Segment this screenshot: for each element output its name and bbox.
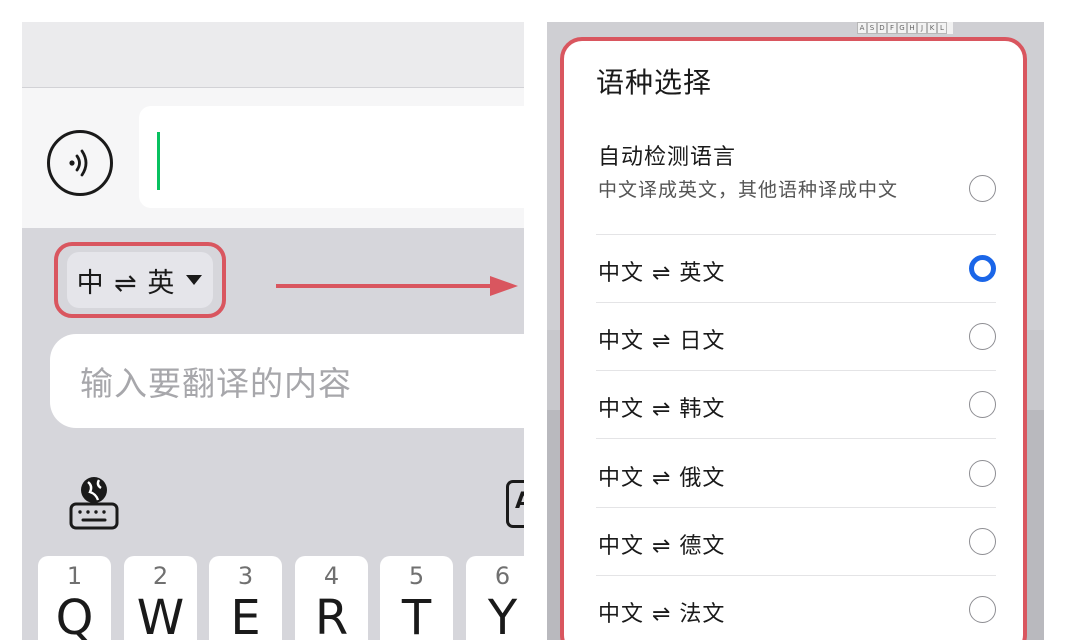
key-number: 4 xyxy=(323,562,340,590)
mini-key: S xyxy=(867,22,877,34)
right-screenshot: A S D F G H J K L 语种选择 自动检测语言 中文译成英文，其他语… xyxy=(547,22,1044,640)
mini-key: K xyxy=(927,22,937,34)
key-number: 5 xyxy=(408,562,425,590)
language-pair-chip[interactable]: 中 ⇌ 英 xyxy=(67,252,213,308)
keyboard-mode-letter: A xyxy=(515,489,524,514)
option-zh-de[interactable]: 中文 ⇌ 德文 xyxy=(596,508,996,576)
option-label: 自动检测语言 xyxy=(598,145,737,170)
radio-button[interactable] xyxy=(969,391,996,418)
sheet-title: 语种选择 xyxy=(596,66,713,99)
chat-input-bar xyxy=(22,88,524,228)
option-zh-ja[interactable]: 中文 ⇌ 日文 xyxy=(596,303,996,371)
option-divider xyxy=(596,438,996,439)
radio-button[interactable] xyxy=(969,460,996,487)
key-number: 6 xyxy=(494,562,511,590)
top-bar xyxy=(22,22,524,88)
key-q[interactable]: 1 Q xyxy=(38,556,111,640)
option-label: 中文 ⇌ 俄文 xyxy=(598,466,726,491)
arrow-annotation xyxy=(276,276,518,296)
text-cursor xyxy=(157,132,160,190)
key-letter: Y xyxy=(487,590,518,640)
radio-button-selected[interactable] xyxy=(969,255,996,282)
key-t[interactable]: 5 T xyxy=(380,556,453,640)
mini-key: F xyxy=(887,22,897,34)
mini-key: G xyxy=(897,22,907,34)
left-screenshot: 中 ⇌ 英 输入要翻译的内容 A 1 Q 2 W xyxy=(22,22,524,640)
option-zh-ko[interactable]: 中文 ⇌ 韩文 xyxy=(596,371,996,439)
option-zh-fr[interactable]: 中文 ⇌ 法文 xyxy=(596,576,996,640)
option-label: 中文 ⇌ 韩文 xyxy=(598,397,726,422)
option-auto-detect[interactable]: 自动检测语言 中文译成英文，其他语种译成中文 xyxy=(596,131,996,235)
mini-key: H xyxy=(907,22,917,34)
keyboard-mode-icon[interactable]: A xyxy=(506,480,524,528)
mini-key: J xyxy=(917,22,927,34)
key-r[interactable]: 4 R xyxy=(295,556,368,640)
voice-icon xyxy=(69,149,88,177)
key-letter: W xyxy=(136,590,185,640)
option-label: 中文 ⇌ 德文 xyxy=(598,534,726,559)
key-number: 1 xyxy=(66,562,83,590)
keyboard-row: 1 Q 2 W 3 E 4 R 5 T 6 Y xyxy=(38,556,524,640)
caret-down-icon xyxy=(186,275,203,285)
key-number: 2 xyxy=(152,562,169,590)
language-select-sheet: 语种选择 自动检测语言 中文译成英文，其他语种译成中文 中文 ⇌ 英文 中文 ⇌… xyxy=(560,37,1027,640)
mini-key: L xyxy=(937,22,947,34)
key-letter: Q xyxy=(55,590,94,640)
key-number: 3 xyxy=(237,562,254,590)
option-sublabel: 中文译成英文，其他语种译成中文 xyxy=(598,179,899,201)
option-zh-en[interactable]: 中文 ⇌ 英文 xyxy=(596,235,996,303)
globe-keyboard-icon[interactable] xyxy=(66,472,122,532)
chat-text-input[interactable] xyxy=(139,106,524,208)
mini-key: A xyxy=(857,22,867,34)
option-label: 中文 ⇌ 法文 xyxy=(598,602,726,627)
option-zh-ru[interactable]: 中文 ⇌ 俄文 xyxy=(596,440,996,508)
key-letter: E xyxy=(230,590,261,640)
radio-button[interactable] xyxy=(969,596,996,623)
option-label: 中文 ⇌ 英文 xyxy=(598,261,726,286)
language-pair-label: 中 ⇌ 英 xyxy=(76,267,176,299)
radio-button[interactable] xyxy=(969,528,996,555)
mini-keyboard-strip: A S D F G H J K L xyxy=(857,22,953,34)
voice-button[interactable] xyxy=(47,130,113,196)
mini-key: D xyxy=(877,22,887,34)
key-letter: T xyxy=(401,590,432,640)
key-letter: R xyxy=(314,590,349,640)
translate-placeholder: 输入要翻译的内容 xyxy=(80,364,352,403)
radio-button[interactable] xyxy=(969,323,996,350)
language-pair-selector[interactable]: 中 ⇌ 英 xyxy=(54,242,226,318)
key-y[interactable]: 6 Y xyxy=(466,556,524,640)
key-e[interactable]: 3 E xyxy=(209,556,282,640)
option-label: 中文 ⇌ 日文 xyxy=(598,329,726,354)
translate-input[interactable]: 输入要翻译的内容 xyxy=(50,334,524,428)
radio-button[interactable] xyxy=(969,175,996,202)
key-w[interactable]: 2 W xyxy=(124,556,197,640)
